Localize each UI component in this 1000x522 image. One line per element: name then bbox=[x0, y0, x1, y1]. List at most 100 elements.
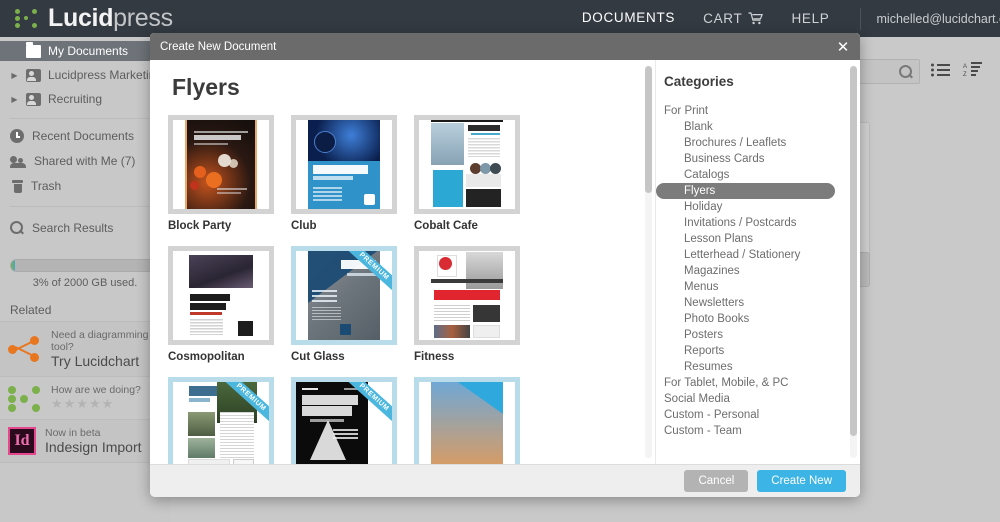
nav-item-help[interactable]: HELP bbox=[777, 2, 843, 35]
template-card-cut-glass[interactable]: PREMIUM Cut Glass bbox=[291, 246, 414, 363]
sidebar-divider-2 bbox=[10, 206, 170, 207]
category-item-newsletters[interactable]: Newsletters bbox=[656, 295, 860, 311]
storage-bar-fill bbox=[11, 260, 16, 271]
team-icon bbox=[26, 68, 41, 82]
nav-label-help: HELP bbox=[791, 11, 830, 26]
indesign-icon: Id bbox=[8, 427, 36, 455]
promo-indesign-import[interactable]: Id Now in beta Indesign Import bbox=[0, 420, 170, 463]
create-new-button[interactable]: Create New bbox=[757, 470, 846, 492]
nav-divider bbox=[859, 7, 861, 30]
template-name: Block Party bbox=[168, 220, 232, 232]
category-item-magazines[interactable]: Magazines bbox=[656, 263, 860, 279]
sidebar-item-search-results[interactable]: Search Results bbox=[0, 217, 170, 239]
sidebar-label-recruiting: Recruiting bbox=[48, 92, 103, 106]
dialog-title: Create New Document bbox=[160, 40, 277, 53]
template-card-cosmopolitan[interactable]: Cosmopolitan bbox=[168, 246, 291, 363]
templates-scrollbar[interactable] bbox=[645, 66, 652, 458]
category-item-business-cards[interactable]: Business Cards bbox=[656, 151, 860, 167]
category-item-menus[interactable]: Menus bbox=[656, 279, 860, 295]
template-name: Club bbox=[291, 220, 317, 232]
templates-scrollbar-thumb[interactable] bbox=[645, 66, 652, 193]
template-thumbnail[interactable] bbox=[291, 115, 397, 214]
sidebar-divider-1 bbox=[10, 118, 170, 119]
sidebar-label-shared-with-me: Shared with Me (7) bbox=[34, 154, 136, 168]
template-card-cobalt-cafe[interactable]: Cobalt Cafe bbox=[414, 115, 537, 232]
category-item-posters[interactable]: Posters bbox=[656, 327, 860, 343]
template-preview-art bbox=[308, 120, 380, 209]
close-icon[interactable]: ✕ bbox=[826, 33, 860, 60]
template-thumbnail[interactable]: PREMIUM bbox=[168, 377, 274, 464]
category-item-brochures-leaflets[interactable]: Brochures / Leaflets bbox=[656, 135, 860, 151]
template-thumbnail[interactable] bbox=[168, 115, 274, 214]
template-preview-art bbox=[296, 382, 368, 464]
category-item-letterhead-stationery[interactable]: Letterhead / Stationery bbox=[656, 247, 860, 263]
nav-item-cart[interactable]: CART bbox=[689, 2, 777, 35]
template-card-partial[interactable] bbox=[414, 377, 537, 464]
category-item-custom-team[interactable]: Custom - Team bbox=[656, 423, 860, 439]
template-preview-art bbox=[431, 382, 503, 464]
account-menu[interactable]: michelled@lucidchart.com ▾ bbox=[877, 12, 1000, 26]
category-item-invitations-postcards[interactable]: Invitations / Postcards bbox=[656, 215, 860, 231]
sidebar-item-lucidpress-marketing[interactable]: ▶ Lucidpress Marketing bbox=[0, 65, 170, 85]
sidebar-label-my-documents: My Documents bbox=[48, 44, 129, 58]
cancel-button[interactable]: Cancel bbox=[684, 470, 749, 492]
template-name: Cut Glass bbox=[291, 351, 345, 363]
promo-lucidchart-subtitle: Need a diagramming tool? bbox=[51, 329, 149, 353]
sidebar-item-shared-with-me[interactable]: Shared with Me (7) bbox=[0, 150, 170, 172]
template-name: Cosmopolitan bbox=[168, 351, 245, 363]
promo-indesign-title: Indesign Import bbox=[45, 439, 142, 455]
template-card-club[interactable]: Club bbox=[291, 115, 414, 232]
template-card-nature-retreat[interactable]: PREMIUM Nature Retreat bbox=[168, 377, 291, 464]
category-item-for-tablet-mobile-pc[interactable]: For Tablet, Mobile, & PC bbox=[656, 375, 860, 391]
category-item-blank[interactable]: Blank bbox=[656, 119, 860, 135]
sidebar-item-trash[interactable]: Trash bbox=[0, 175, 170, 197]
categories-scrollbar[interactable] bbox=[850, 66, 857, 458]
template-thumbnail[interactable] bbox=[414, 246, 520, 345]
category-item-lesson-plans[interactable]: Lesson Plans bbox=[656, 231, 860, 247]
categories-title: Categories bbox=[664, 74, 734, 89]
twisty-icon[interactable]: ▶ bbox=[10, 95, 19, 104]
promo-feedback[interactable]: How are we doing? ★★★★★ bbox=[0, 377, 170, 420]
account-email: michelled@lucidchart.com bbox=[876, 11, 1000, 26]
nav-label-documents: DOCUMENTS bbox=[581, 10, 676, 25]
category-item-holiday[interactable]: Holiday bbox=[656, 199, 860, 215]
template-thumbnail[interactable]: PREMIUM bbox=[291, 246, 397, 345]
sort-az-icon[interactable]: A Z bbox=[963, 61, 983, 83]
rating-stars[interactable]: ★★★★★ bbox=[51, 396, 141, 412]
category-item-reports[interactable]: Reports bbox=[656, 343, 860, 359]
template-name: Fitness bbox=[414, 351, 455, 363]
category-item-catalogs[interactable]: Catalogs bbox=[656, 167, 860, 183]
template-card-fitness[interactable]: Fitness bbox=[414, 246, 537, 363]
nav-label-cart: CART bbox=[703, 11, 743, 26]
template-card-night-life[interactable]: PREMIUM Night Life bbox=[291, 377, 414, 464]
template-thumbnail[interactable] bbox=[414, 377, 520, 464]
category-item-resumes[interactable]: Resumes bbox=[656, 359, 860, 375]
template-thumbnail[interactable] bbox=[168, 246, 274, 345]
nav-item-documents[interactable]: DOCUMENTS bbox=[567, 1, 690, 36]
categories-list: For Print Blank Brochures / Leaflets Bus… bbox=[656, 103, 860, 439]
sidebar-label-search-results: Search Results bbox=[32, 221, 114, 235]
sidebar-item-my-documents[interactable]: My Documents bbox=[0, 41, 170, 61]
storage-meter: 3% of 2000 GB used. bbox=[10, 259, 160, 289]
categories-scrollbar-thumb[interactable] bbox=[850, 66, 857, 436]
dialog-title-bar: Create New Document ✕ bbox=[150, 33, 860, 60]
template-thumbnail[interactable] bbox=[414, 115, 520, 214]
template-card-block-party[interactable]: Block Party bbox=[168, 115, 291, 232]
promo-lucidchart[interactable]: Need a diagramming tool? Try Lucidchart bbox=[0, 322, 170, 377]
templates-panel: Flyers Block Party Club Cobalt Cafe Cosm… bbox=[150, 60, 655, 464]
category-item-flyers[interactable]: Flyers bbox=[656, 183, 835, 199]
category-item-photo-books[interactable]: Photo Books bbox=[656, 311, 860, 327]
sidebar-item-recent-documents[interactable]: Recent Documents bbox=[0, 125, 170, 147]
list-view-icon[interactable] bbox=[931, 63, 950, 82]
sidebar-label-recent-documents: Recent Documents bbox=[32, 129, 135, 143]
category-item-for-print[interactable]: For Print bbox=[656, 103, 860, 119]
twisty-icon[interactable]: ▶ bbox=[10, 71, 19, 80]
brand-wordmark: Lucidpress bbox=[48, 4, 173, 33]
lucidpress-logo[interactable]: Lucidpress bbox=[15, 4, 173, 33]
sidebar-item-recruiting[interactable]: ▶ Recruiting bbox=[0, 89, 170, 109]
top-navigation-bar: Lucidpress DOCUMENTS CART HELP michelled… bbox=[0, 0, 1000, 37]
category-item-custom-personal[interactable]: Custom - Personal bbox=[656, 407, 860, 423]
dialog-body: Flyers Block Party Club Cobalt Cafe Cosm… bbox=[150, 60, 860, 464]
template-thumbnail[interactable]: PREMIUM bbox=[291, 377, 397, 464]
category-item-social-media[interactable]: Social Media bbox=[656, 391, 860, 407]
